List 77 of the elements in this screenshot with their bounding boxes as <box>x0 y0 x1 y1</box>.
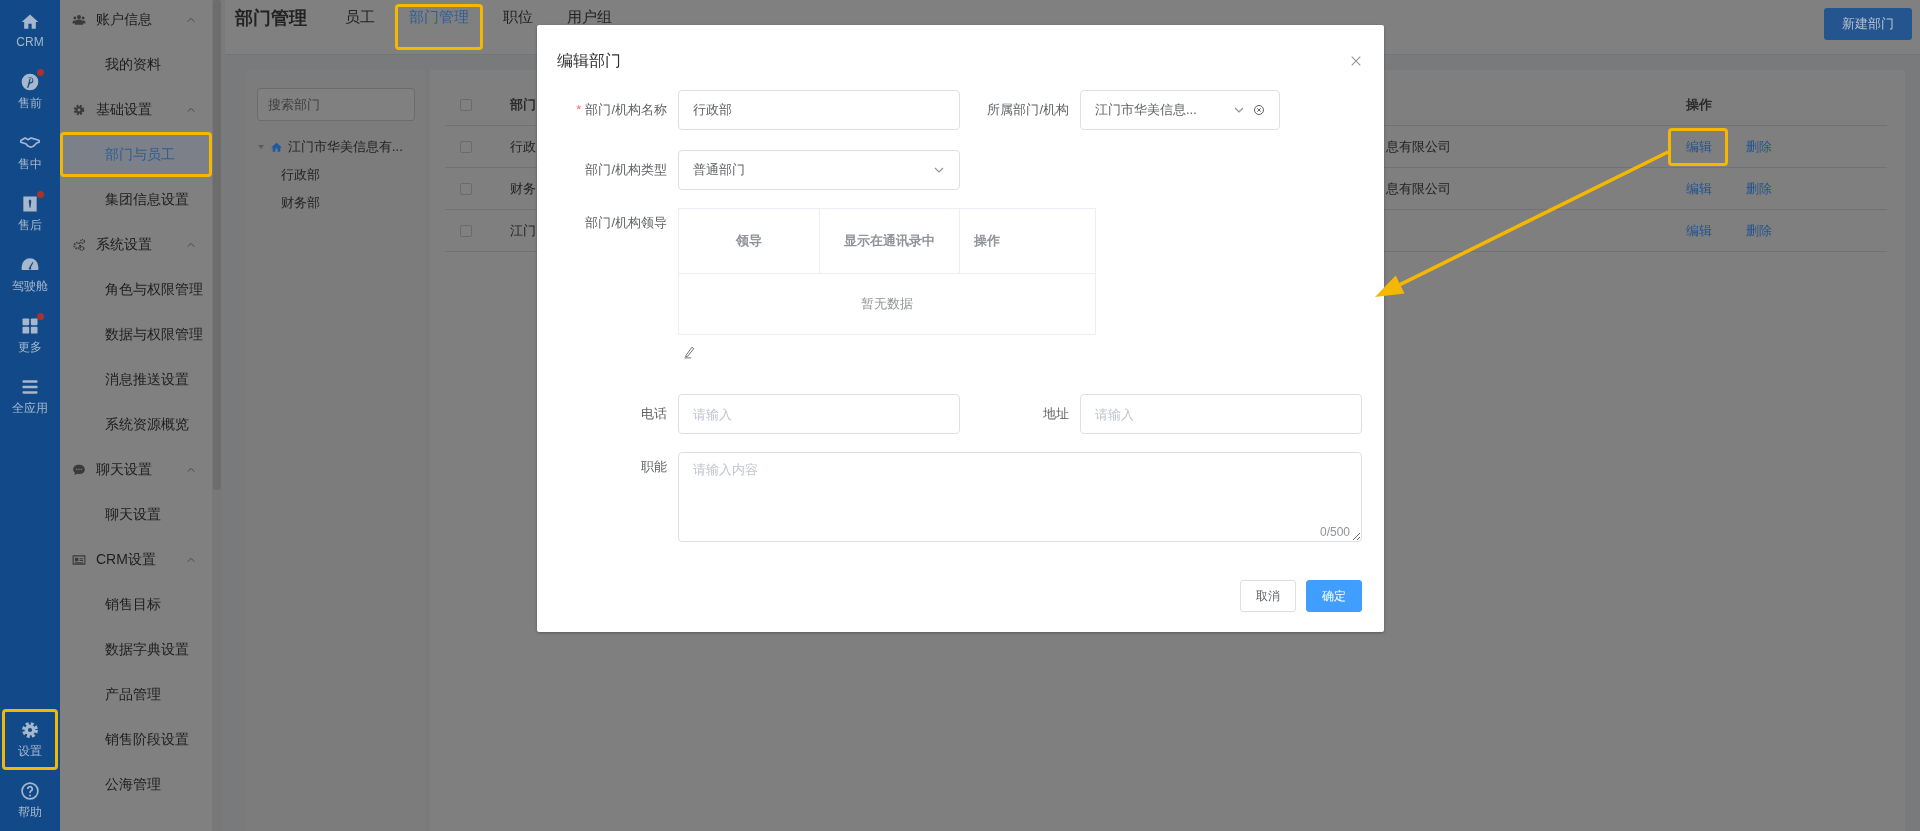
pencil-icon[interactable] <box>682 345 696 359</box>
table-cell: 江门 <box>510 221 536 240</box>
page-title: 部门管理 <box>235 7 307 28</box>
sidebar-group-title[interactable]: 聊天设置 <box>96 460 176 479</box>
field-label: 部门/机构领导 <box>584 214 668 232</box>
nav-item[interactable]: 帮助 <box>2 770 58 831</box>
notification-dot <box>37 312 44 320</box>
cancel-button[interactable]: 取消 <box>1240 580 1296 612</box>
sidebar-item[interactable]: 数据字典设置 <box>60 627 212 672</box>
scrollbar[interactable] <box>212 0 222 831</box>
nav-item[interactable]: 设置 <box>2 709 58 770</box>
column-header: 操作 <box>959 209 1095 273</box>
column-header: 操作 <box>1686 96 1712 114</box>
sidebar-item[interactable]: 数据与权限管理 <box>60 312 212 357</box>
confirm-button[interactable]: 确定 <box>1306 580 1362 612</box>
settings-icon <box>20 719 40 740</box>
sidebar-item[interactable]: 销售阶段设置 <box>60 717 212 762</box>
tree-node[interactable]: 财务部 <box>281 194 320 212</box>
dialog-title: 编辑部门 <box>557 50 621 71</box>
column-header: 部门 <box>510 96 536 114</box>
table-cell: 行政 <box>510 137 536 156</box>
column-header: 显示在通讯录中 <box>819 209 959 273</box>
sidebar-item[interactable]: 公海管理 <box>60 762 212 807</box>
notification-dot <box>37 68 44 76</box>
tree-node[interactable]: 行政部 <box>281 166 320 184</box>
sidebar-item[interactable]: 销售目标 <box>60 582 212 627</box>
pin-icon <box>20 71 40 92</box>
new-department-button[interactable]: 新建部门 <box>1824 8 1912 40</box>
table-cell: 息有限公司 <box>1386 137 1451 156</box>
id-card-icon <box>72 552 86 567</box>
empty-text: 暂无数据 <box>860 295 914 313</box>
sidebar-group-title[interactable]: 账户信息 <box>96 10 176 29</box>
field-label: 所属部门/机构 <box>986 101 1070 119</box>
address-input[interactable]: 请输入 <box>1080 394 1362 434</box>
nav-item[interactable]: 更多 <box>2 305 58 366</box>
field-label: 职能 <box>640 458 668 476</box>
column-header: 领导 <box>734 232 763 250</box>
home-icon <box>270 140 283 154</box>
sidebar-item[interactable]: 角色与权限管理 <box>60 267 212 312</box>
gears-icon <box>72 237 86 252</box>
sidebar-item[interactable]: 集团信息设置 <box>60 177 212 222</box>
nav-item[interactable]: 驾驶舱 <box>2 244 58 305</box>
sidebar-item[interactable]: 消息推送设置 <box>60 357 212 402</box>
field-label: * 部门/机构名称 <box>575 101 668 119</box>
type-select[interactable]: 普通部门 <box>678 150 960 190</box>
tab[interactable]: 员工 <box>331 4 389 50</box>
field-label: 地址 <box>1042 405 1070 423</box>
nav-item[interactable]: 全应用 <box>2 366 58 427</box>
sidebar-item[interactable]: 系统资源概览 <box>60 402 212 447</box>
sidebar-group-title[interactable]: CRM设置 <box>96 550 176 569</box>
character-counter: 0/500 <box>1319 525 1350 539</box>
chat-icon <box>72 462 86 477</box>
home-icon <box>20 12 40 32</box>
users-icon <box>72 12 86 27</box>
nav-item[interactable]: 售前 <box>2 61 58 122</box>
sidebar-item[interactable]: 我的资料 <box>60 42 212 87</box>
sidebar-item[interactable]: 聊天设置 <box>60 492 212 537</box>
help-icon <box>20 780 40 801</box>
sidebar-item[interactable]: 产品管理 <box>60 672 212 717</box>
clear-icon[interactable] <box>1253 104 1265 116</box>
phone-input[interactable]: 请输入 <box>678 394 960 434</box>
field-label: 电话 <box>640 405 668 423</box>
sidebar-group-title[interactable]: 系统设置 <box>96 235 176 254</box>
nav-item[interactable]: 售中 <box>2 122 58 183</box>
gear-icon <box>72 102 86 117</box>
notification-dot <box>37 190 44 198</box>
parent-select[interactable]: 江门市华美信息... <box>1080 90 1280 130</box>
nav-item[interactable]: CRM <box>2 0 58 61</box>
tree-node[interactable]: 江门市华美信息有... <box>288 138 403 156</box>
name-input[interactable]: 行政部 <box>678 90 960 130</box>
table-cell: 财务 <box>510 179 536 198</box>
nav-item[interactable]: 售后 <box>2 183 58 244</box>
sidebar-group-title[interactable]: 基础设置 <box>96 100 176 119</box>
field-label: 部门/机构类型 <box>584 161 668 179</box>
close-icon[interactable] <box>1350 55 1362 67</box>
caret-down-icon[interactable] <box>257 143 265 151</box>
table-cell: 息有限公司 <box>1386 179 1451 198</box>
